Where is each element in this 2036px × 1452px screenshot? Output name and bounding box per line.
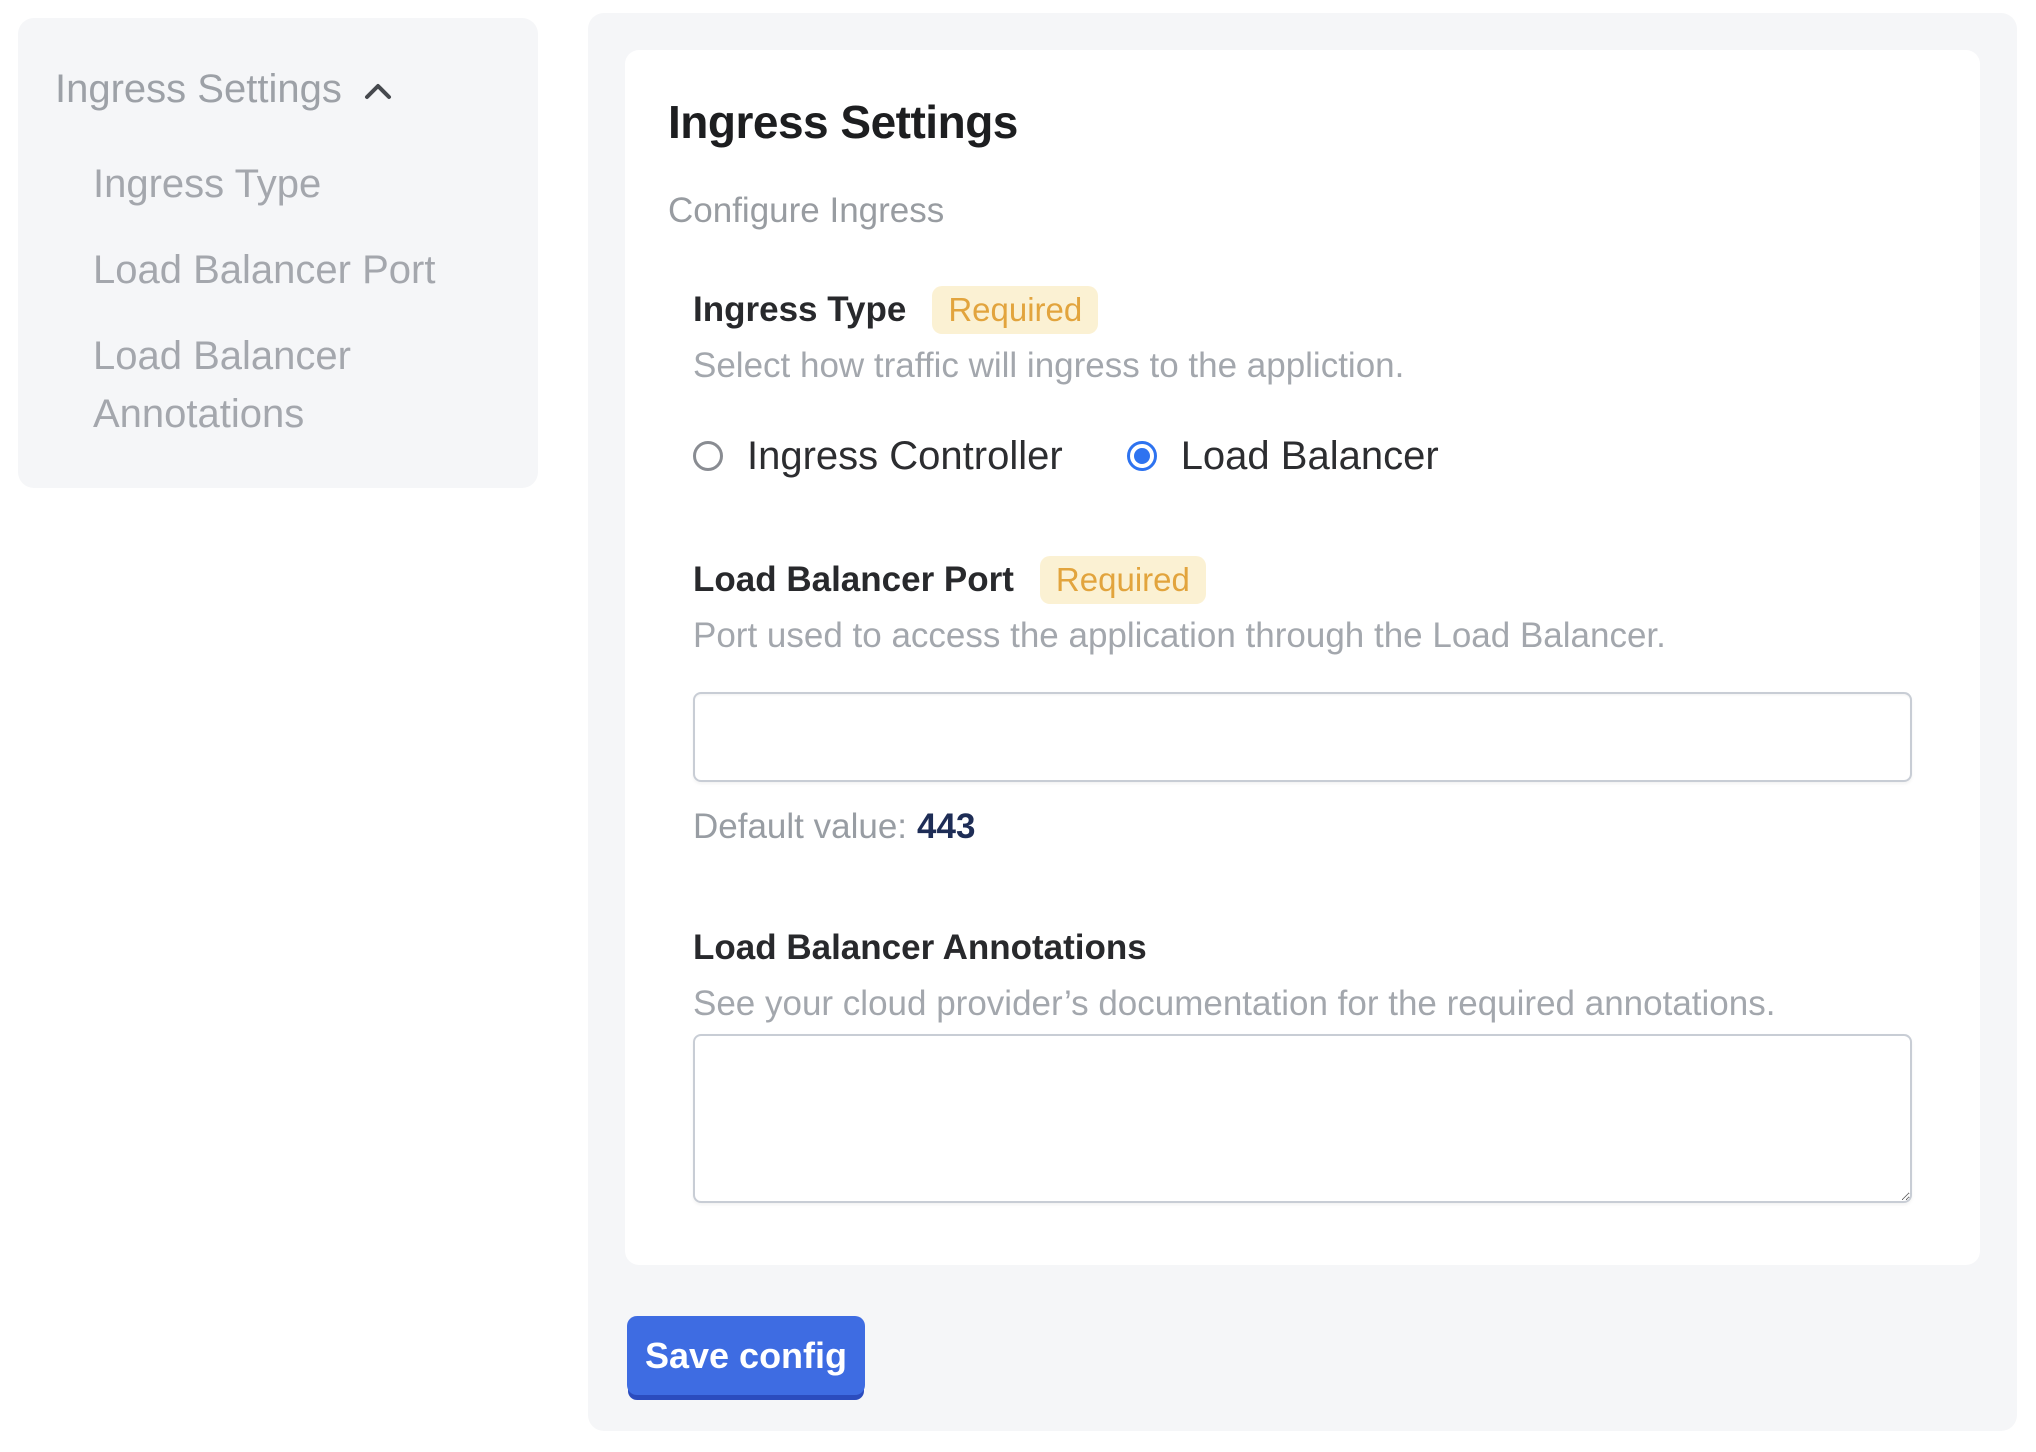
radio-checked-icon[interactable]	[1127, 441, 1157, 471]
chevron-up-icon[interactable]	[364, 83, 392, 100]
lb-annotations-title: Load Balancer Annotations	[693, 924, 1147, 972]
ingress-type-title-row: Ingress Type Required	[693, 286, 1910, 334]
ingress-type-radio-group: Ingress Controller Load Balancer	[693, 432, 1910, 480]
section-load-balancer-port: Load Balancer Port Required Port used to…	[693, 556, 1910, 848]
load-balancer-port-input[interactable]	[693, 692, 1912, 782]
page-subtitle: Configure Ingress	[668, 190, 1910, 232]
save-config-button[interactable]: Save config	[627, 1316, 865, 1395]
default-value-number: 443	[917, 807, 975, 846]
sidebar-root-label: Ingress Settings	[55, 65, 342, 113]
page: { "colors": { "accent_blue": "#3e6ce2", …	[0, 0, 2036, 1452]
required-badge: Required	[932, 286, 1098, 334]
settings-nav-sidebar: Ingress Settings Ingress Type Load Balan…	[18, 18, 538, 488]
section-load-balancer-annotations: Load Balancer Annotations See your cloud…	[693, 924, 1910, 1203]
lb-port-default-row: Default value: 443	[693, 806, 1910, 848]
section-ingress-type: Ingress Type Required Select how traffic…	[693, 286, 1910, 480]
radio-label-ingress-controller: Ingress Controller	[747, 432, 1063, 480]
sidebar-sub-items: Ingress Type Load Balancer Port Load Bal…	[93, 155, 503, 443]
sidebar-item-load-balancer-annotations[interactable]: Load Balancer Annotations	[93, 327, 503, 443]
ingress-type-title: Ingress Type	[693, 286, 906, 334]
sidebar-item-ingress-type[interactable]: Ingress Type	[93, 155, 503, 213]
radio-unchecked-icon[interactable]	[693, 441, 723, 471]
sidebar-item-load-balancer-port[interactable]: Load Balancer Port	[93, 241, 503, 299]
radio-option-load-balancer[interactable]: Load Balancer	[1127, 432, 1439, 480]
radio-option-ingress-controller[interactable]: Ingress Controller	[693, 432, 1063, 480]
lb-annotations-description: See your cloud provider’s documentation …	[693, 982, 1910, 1026]
lb-port-title: Load Balancer Port	[693, 556, 1014, 604]
ingress-settings-card: Ingress Settings Configure Ingress Ingre…	[625, 50, 1980, 1265]
lb-port-title-row: Load Balancer Port Required	[693, 556, 1910, 604]
default-value-label: Default value:	[693, 807, 907, 846]
ingress-type-description: Select how traffic will ingress to the a…	[693, 344, 1910, 388]
page-title: Ingress Settings	[668, 94, 1910, 150]
sidebar-item-ingress-settings[interactable]: Ingress Settings	[55, 65, 508, 113]
required-badge: Required	[1040, 556, 1206, 604]
lb-port-description: Port used to access the application thro…	[693, 614, 1910, 658]
lb-annotations-title-row: Load Balancer Annotations	[693, 924, 1910, 972]
load-balancer-annotations-textarea[interactable]	[693, 1034, 1912, 1203]
radio-label-load-balancer: Load Balancer	[1181, 432, 1439, 480]
main-panel: Ingress Settings Configure Ingress Ingre…	[588, 13, 2017, 1431]
